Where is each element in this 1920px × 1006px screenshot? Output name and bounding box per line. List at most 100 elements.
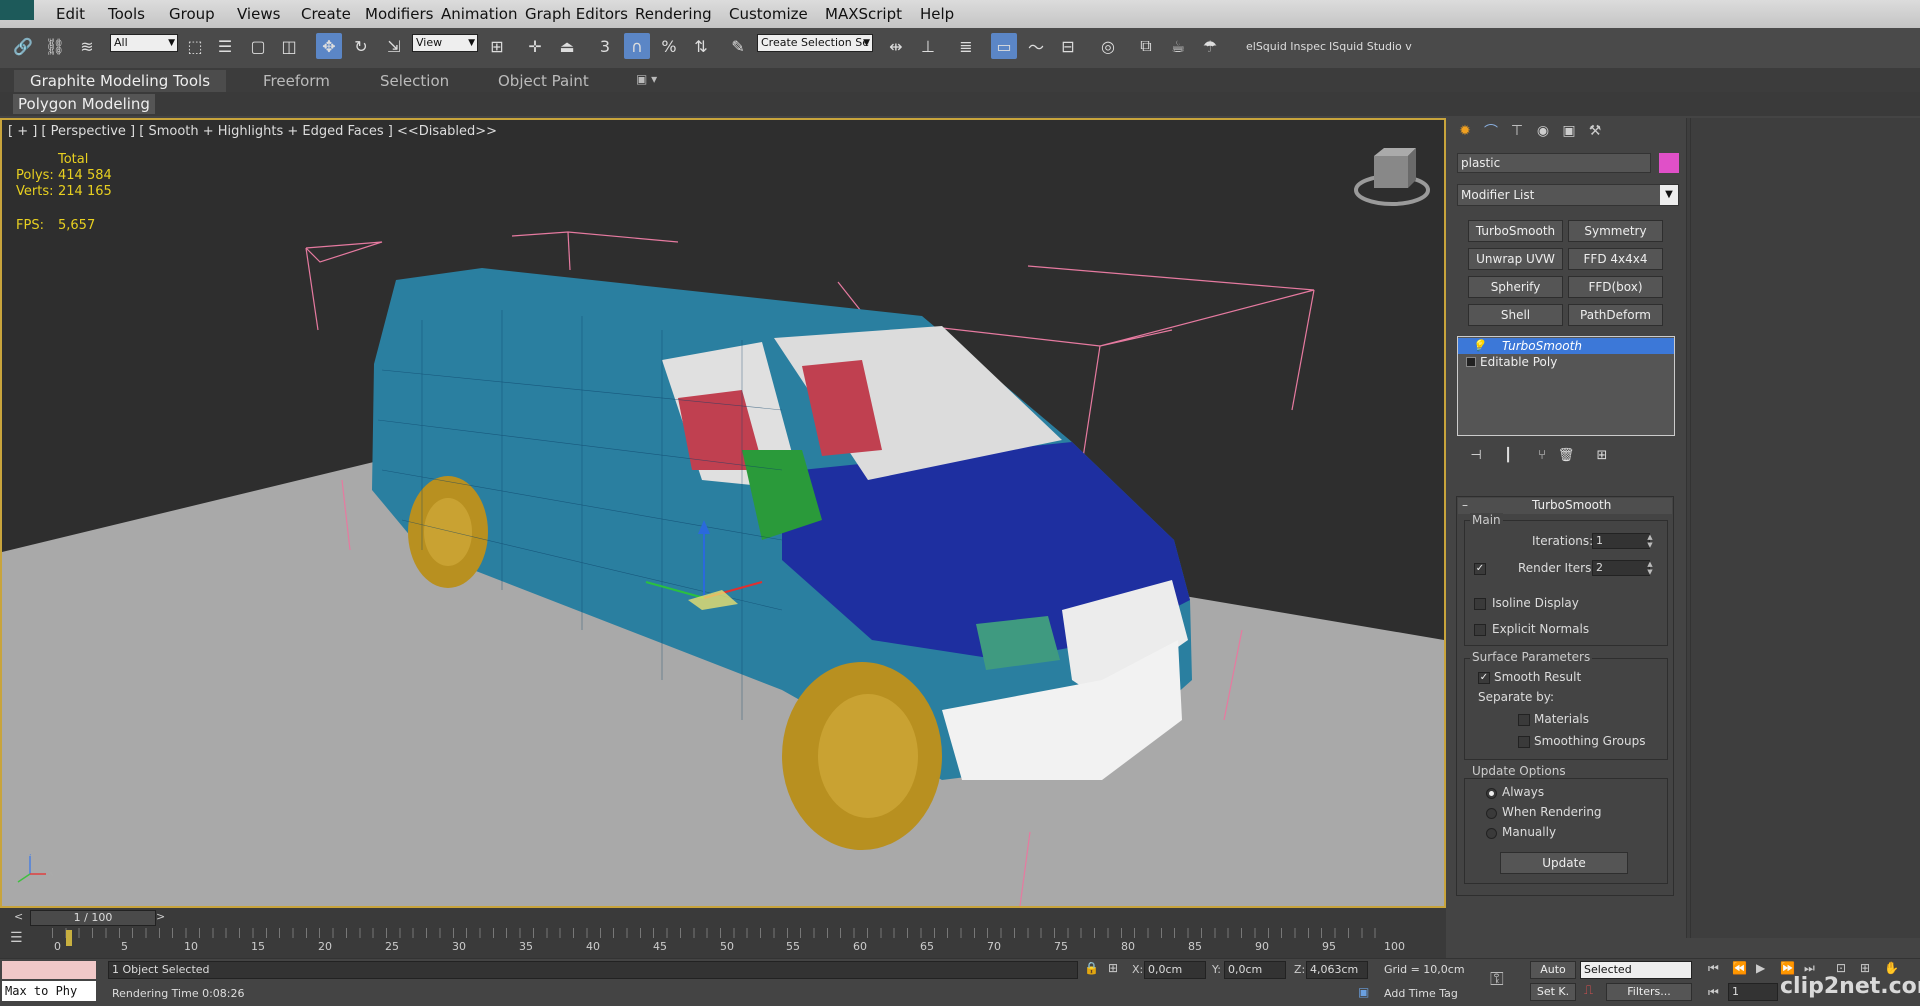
material-editor-icon[interactable]: ◎ bbox=[1095, 33, 1121, 59]
next-frame-icon[interactable]: ⏩ bbox=[1780, 961, 1795, 975]
add-time-tag-button[interactable]: Add Time Tag bbox=[1384, 987, 1458, 1000]
modifier-list-dropdown[interactable]: Modifier List ▼ bbox=[1457, 184, 1679, 206]
menu-views[interactable]: Views bbox=[237, 5, 280, 23]
pan-view-icon[interactable]: ✋ bbox=[1884, 961, 1899, 975]
set-key-button[interactable]: Set K. bbox=[1530, 983, 1576, 1001]
spherify-button[interactable]: Spherify bbox=[1468, 276, 1563, 298]
track-bar[interactable]: ☰ 0 5 10 15 20 25 30 35 40 45 50 55 60 6… bbox=[0, 928, 1446, 958]
menu-tools[interactable]: Tools bbox=[108, 5, 145, 23]
when-rendering-radio[interactable] bbox=[1486, 808, 1497, 819]
link-icon[interactable]: 🔗 bbox=[10, 33, 36, 59]
viewcube[interactable] bbox=[1354, 148, 1430, 206]
spinner-arrows-icon[interactable]: ▲ ▼ bbox=[1646, 533, 1654, 549]
pivot-center-icon[interactable]: ⊞ bbox=[484, 33, 510, 59]
perspective-viewport[interactable]: [ + ] [ Perspective ] [ Smooth + Highlig… bbox=[0, 118, 1446, 908]
layer-manager-icon[interactable]: ≣ bbox=[953, 33, 979, 59]
lock-selection-icon[interactable]: 🔒 bbox=[1084, 961, 1099, 975]
explicit-normals-checkbox[interactable] bbox=[1474, 624, 1486, 636]
stack-item-turbosmooth[interactable]: 💡 TurboSmooth bbox=[1458, 338, 1674, 354]
tab-freeform[interactable]: Freeform bbox=[263, 72, 330, 90]
ribbon-options-icon[interactable]: ▣ ▾ bbox=[636, 72, 657, 86]
edit-named-selection-icon[interactable]: ✎ bbox=[725, 33, 751, 59]
symmetry-button[interactable]: Symmetry bbox=[1568, 220, 1663, 242]
chevron-down-icon[interactable]: ▼ bbox=[1660, 185, 1678, 205]
rectangular-selection-icon[interactable]: ▢ bbox=[245, 33, 271, 59]
time-tag-icon[interactable]: ▣ bbox=[1358, 985, 1369, 999]
utilities-tab-icon[interactable]: ⚒ bbox=[1584, 121, 1606, 141]
time-marker[interactable] bbox=[66, 930, 72, 946]
tab-graphite-modeling-tools[interactable]: Graphite Modeling Tools bbox=[14, 70, 227, 92]
spinner-snap-icon[interactable]: ⇅ bbox=[688, 33, 714, 59]
turbosmooth-button[interactable]: TurboSmooth bbox=[1468, 220, 1563, 242]
viewport-label[interactable]: [ + ] [ Perspective ] [ Smooth + Highlig… bbox=[8, 124, 497, 139]
motion-tab-icon[interactable]: ◉ bbox=[1532, 121, 1554, 141]
x-coordinate-field[interactable]: 0,0cm bbox=[1144, 961, 1206, 979]
window-crossing-icon[interactable]: ◫ bbox=[276, 33, 302, 59]
iterations-spinner[interactable]: 1 bbox=[1592, 533, 1650, 549]
render-iters-spinner[interactable]: 2 bbox=[1592, 560, 1650, 576]
render-setup-icon[interactable]: ⧉ bbox=[1133, 33, 1159, 59]
render-production-icon[interactable]: ☂ bbox=[1197, 33, 1223, 59]
rollout-header[interactable]: – TurboSmooth bbox=[1458, 498, 1672, 514]
configure-sets-icon[interactable]: ⊞ bbox=[1592, 448, 1612, 466]
tab-selection[interactable]: Selection bbox=[380, 72, 449, 90]
shell-button[interactable]: Shell bbox=[1468, 304, 1563, 326]
menu-create[interactable]: Create bbox=[301, 5, 351, 23]
isoline-display-checkbox[interactable] bbox=[1474, 598, 1486, 610]
angle-snap-icon[interactable]: ∩ bbox=[624, 33, 650, 59]
app-icon[interactable] bbox=[0, 0, 34, 20]
select-by-name-icon[interactable]: ☰ bbox=[212, 33, 238, 59]
percent-snap-icon[interactable]: % bbox=[656, 33, 682, 59]
schematic-view-icon[interactable]: ⊟ bbox=[1055, 33, 1081, 59]
hierarchy-tab-icon[interactable]: ⊤ bbox=[1506, 121, 1528, 141]
graphite-toggle-icon[interactable]: ▭ bbox=[991, 33, 1017, 59]
next-frame-icon[interactable]: > bbox=[156, 910, 165, 923]
select-manipulate-icon[interactable]: ✛ bbox=[522, 33, 548, 59]
zoom-extents-icon[interactable]: ⊡ bbox=[1836, 961, 1846, 975]
materials-checkbox[interactable] bbox=[1518, 714, 1530, 726]
ffd-box-button[interactable]: FFD(box) bbox=[1568, 276, 1663, 298]
menu-group[interactable]: Group bbox=[169, 5, 215, 23]
absolute-mode-icon[interactable]: ⊞ bbox=[1108, 961, 1118, 975]
menu-maxscript[interactable]: MAXScript bbox=[825, 5, 902, 23]
manually-radio[interactable] bbox=[1486, 828, 1497, 839]
menu-edit[interactable]: Edit bbox=[56, 5, 85, 23]
smooth-result-checkbox[interactable]: ✓ bbox=[1478, 672, 1490, 684]
z-coordinate-field[interactable]: 4,063cm bbox=[1306, 961, 1368, 979]
menu-customize[interactable]: Customize bbox=[729, 5, 808, 23]
bind-space-warp-icon[interactable]: ≋ bbox=[74, 33, 100, 59]
menu-graph-editors[interactable]: Graph Editors bbox=[525, 5, 628, 23]
frame-slider[interactable]: 1 / 100 bbox=[30, 910, 156, 926]
object-name-input[interactable]: plastic bbox=[1457, 153, 1651, 173]
select-and-rotate-icon[interactable]: ↻ bbox=[348, 33, 374, 59]
filters-button[interactable]: Filters... bbox=[1606, 983, 1692, 1001]
current-frame-field[interactable]: 1 bbox=[1728, 983, 1778, 1001]
named-selection-dropdown[interactable]: Create Selection Se bbox=[757, 34, 873, 52]
key-filter-dropdown[interactable]: Selected bbox=[1580, 961, 1692, 979]
render-iters-checkbox[interactable]: ✓ bbox=[1474, 563, 1486, 575]
ffd-4x4x4-button[interactable]: FFD 4x4x4 bbox=[1568, 248, 1663, 270]
keyboard-shortcut-icon[interactable]: ⏏ bbox=[554, 33, 580, 59]
display-tab-icon[interactable]: ▣ bbox=[1558, 121, 1580, 141]
key-icon[interactable]: ⚿ bbox=[1490, 969, 1504, 990]
modify-tab-icon[interactable]: ⌒ bbox=[1480, 121, 1502, 141]
go-to-start-icon[interactable]: ⏮ bbox=[1708, 961, 1719, 976]
select-and-move-icon[interactable]: ✥ bbox=[316, 33, 342, 59]
key-mode-icon[interactable]: ⎍ bbox=[1584, 983, 1593, 998]
make-unique-icon[interactable]: ⑂ bbox=[1532, 448, 1552, 466]
plugin-studio-button[interactable]: ISquid Studio v bbox=[1329, 40, 1412, 53]
unlink-icon[interactable]: ⛓ bbox=[42, 33, 68, 59]
maxscript-mini-listener[interactable]: Max to Phy bbox=[2, 981, 96, 1001]
stack-item-editable-poly[interactable]: Editable Poly bbox=[1458, 354, 1674, 370]
curve-editor-mini-icon[interactable]: ☰ bbox=[10, 930, 34, 952]
pathdeform-button[interactable]: PathDeform bbox=[1568, 304, 1663, 326]
smoothing-groups-checkbox[interactable] bbox=[1518, 736, 1530, 748]
bulb-icon[interactable]: 💡 bbox=[1472, 338, 1486, 354]
rendered-frame-window-icon[interactable]: ☕ bbox=[1165, 33, 1191, 59]
auto-key-button[interactable]: Auto bbox=[1530, 961, 1576, 979]
unwrap-uvw-button[interactable]: Unwrap UVW bbox=[1468, 248, 1563, 270]
maxscript-listener-output[interactable] bbox=[2, 961, 96, 979]
curve-editor-icon[interactable]: 〜 bbox=[1023, 33, 1049, 59]
update-button[interactable]: Update bbox=[1500, 852, 1628, 874]
reference-coordinate-dropdown[interactable]: View bbox=[412, 34, 478, 52]
